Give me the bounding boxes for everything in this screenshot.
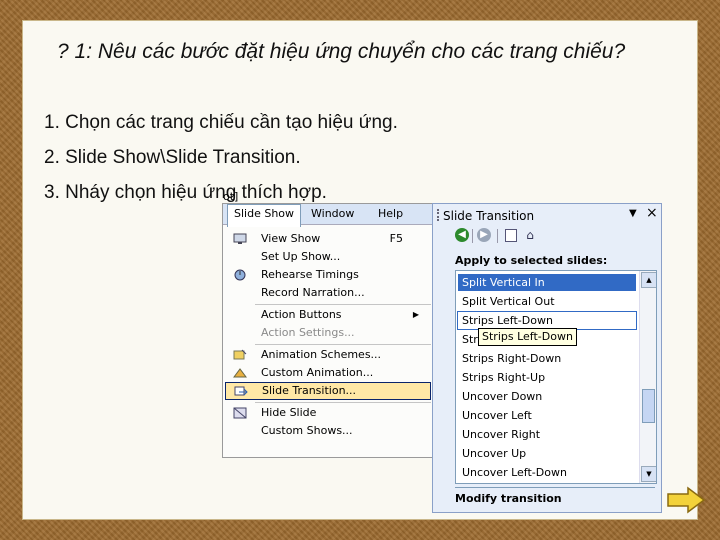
menu-item-animation-schemes[interactable]: Animation Schemes... — [225, 346, 431, 364]
menu-item-hide-slide[interactable]: Hide Slide — [225, 404, 431, 422]
custom-animation-icon — [233, 368, 247, 378]
forward-icon[interactable]: ▶ — [477, 228, 491, 242]
menu-item-label: Action Settings... — [261, 326, 355, 339]
menu-item-label: Slide Transition... — [262, 384, 357, 397]
slide-transition-pane: Slide Transition ▼ × ◀ ▶ ⌂ Apply to sele… — [432, 203, 662, 513]
menu-slide-show[interactable]: Slide Show — [227, 204, 302, 227]
hide-slide-icon — [233, 407, 247, 419]
pane-nav-toolbar: ◀ ▶ ⌂ — [453, 227, 535, 245]
next-arrow-icon[interactable] — [666, 486, 706, 514]
projector-icon — [233, 233, 247, 244]
menu-item-action-buttons[interactable]: Action Buttons ▶ — [225, 306, 431, 324]
list-item[interactable]: Strips Left-Down — [457, 311, 637, 330]
home-icon[interactable]: ⌂ — [523, 228, 537, 242]
list-item[interactable]: Split Vertical Out — [458, 293, 636, 310]
submenu-arrow-icon: ▶ — [412, 310, 419, 319]
pane-title: Slide Transition — [443, 209, 535, 223]
menu-item-set-up-show[interactable]: Set Up Show... — [225, 248, 431, 266]
back-icon[interactable]: ◀ — [455, 228, 469, 242]
menu-item-slide-transition[interactable]: Slide Transition... — [225, 382, 431, 400]
transition-listbox[interactable]: Split Vertical In Split Vertical Out Str… — [455, 270, 657, 484]
menu-item-label: Set Up Show... — [261, 250, 341, 263]
menu-window[interactable]: Window — [311, 207, 354, 220]
pages-icon[interactable] — [505, 229, 517, 242]
menu-bar-fragment: ot] — [223, 190, 239, 203]
list-item[interactable]: Uncover Right — [458, 426, 636, 443]
pane-dropdown-icon[interactable]: ▼ — [629, 208, 637, 219]
tooltip: Strips Left-Down — [478, 328, 577, 346]
modify-transition-label: Modify transition — [455, 492, 562, 505]
list-item[interactable]: Uncover Up — [458, 445, 636, 462]
scroll-down-icon[interactable]: ▼ — [641, 466, 656, 482]
divider — [455, 487, 655, 488]
menu-dropdown: View Show F5 Set Up Show... Rehearse Tim… — [223, 226, 433, 457]
list-item[interactable]: Uncover Down — [458, 388, 636, 405]
list-item[interactable]: Strips Right-Down — [458, 350, 636, 367]
menu-item-label: Custom Shows... — [261, 424, 353, 437]
toolbar-separator — [472, 229, 473, 243]
step-2: 2. Slide Show\Slide Transition. — [44, 147, 301, 168]
scroll-up-icon[interactable]: ▲ — [641, 272, 656, 288]
toolbar-separator — [497, 229, 498, 243]
menu-item-label: Record Narration... — [261, 286, 365, 299]
list-item[interactable]: Split Vertical In — [458, 274, 636, 291]
slide-transition-icon — [234, 386, 248, 396]
menu-item-label: View Show — [261, 232, 321, 245]
list-item[interactable]: Strips Right-Up — [458, 369, 636, 386]
menu-item-view-show[interactable]: View Show F5 — [225, 230, 431, 248]
close-icon[interactable]: × — [646, 205, 658, 221]
menu-item-label: Animation Schemes... — [261, 348, 382, 361]
menu-item-custom-shows[interactable]: Custom Shows... — [225, 422, 431, 440]
step-1: 1. Chọn các trang chiếu cần tạo hiệu ứng… — [44, 112, 398, 133]
scroll-thumb[interactable] — [642, 389, 655, 423]
menu-separator — [255, 344, 431, 345]
step-3: 3. Nháy chọn hiệu ứng thích hợp. — [44, 182, 327, 203]
menu-item-action-settings: Action Settings... — [225, 324, 431, 342]
menu-help[interactable]: Help — [378, 207, 403, 220]
menu-item-record-narration[interactable]: Record Narration... — [225, 284, 431, 302]
menu-item-label: Hide Slide — [261, 406, 317, 419]
menu-item-label: Rehearse Timings — [261, 268, 359, 281]
menu-item-rehearse-timings[interactable]: Rehearse Timings — [225, 266, 431, 284]
slide-show-menu-screenshot: ot] Slide Show Window Help View Show F5 … — [222, 190, 434, 458]
menu-separator — [255, 402, 431, 403]
animation-schemes-icon — [233, 349, 247, 360]
apply-label: Apply to selected slides: — [455, 254, 608, 267]
rehearse-icon — [234, 269, 246, 281]
menu-item-label: Custom Animation... — [261, 366, 374, 379]
question-text: ? 1: Nêu các bước đặt hiệu ứng chuyển ch… — [57, 40, 626, 63]
list-item[interactable]: Uncover Left — [458, 407, 636, 424]
menu-item-shortcut: F5 — [389, 232, 403, 245]
menu-bar: ot] Slide Show Window Help — [223, 190, 433, 227]
menu-separator — [255, 304, 431, 305]
list-item[interactable]: Uncover Left-Down — [458, 464, 636, 481]
list-scrollbar[interactable]: ▲ ▼ — [639, 271, 656, 483]
menu-item-custom-animation[interactable]: Custom Animation... — [225, 364, 431, 382]
pane-grip-icon[interactable] — [437, 209, 441, 221]
menu-item-label: Action Buttons — [261, 308, 342, 321]
